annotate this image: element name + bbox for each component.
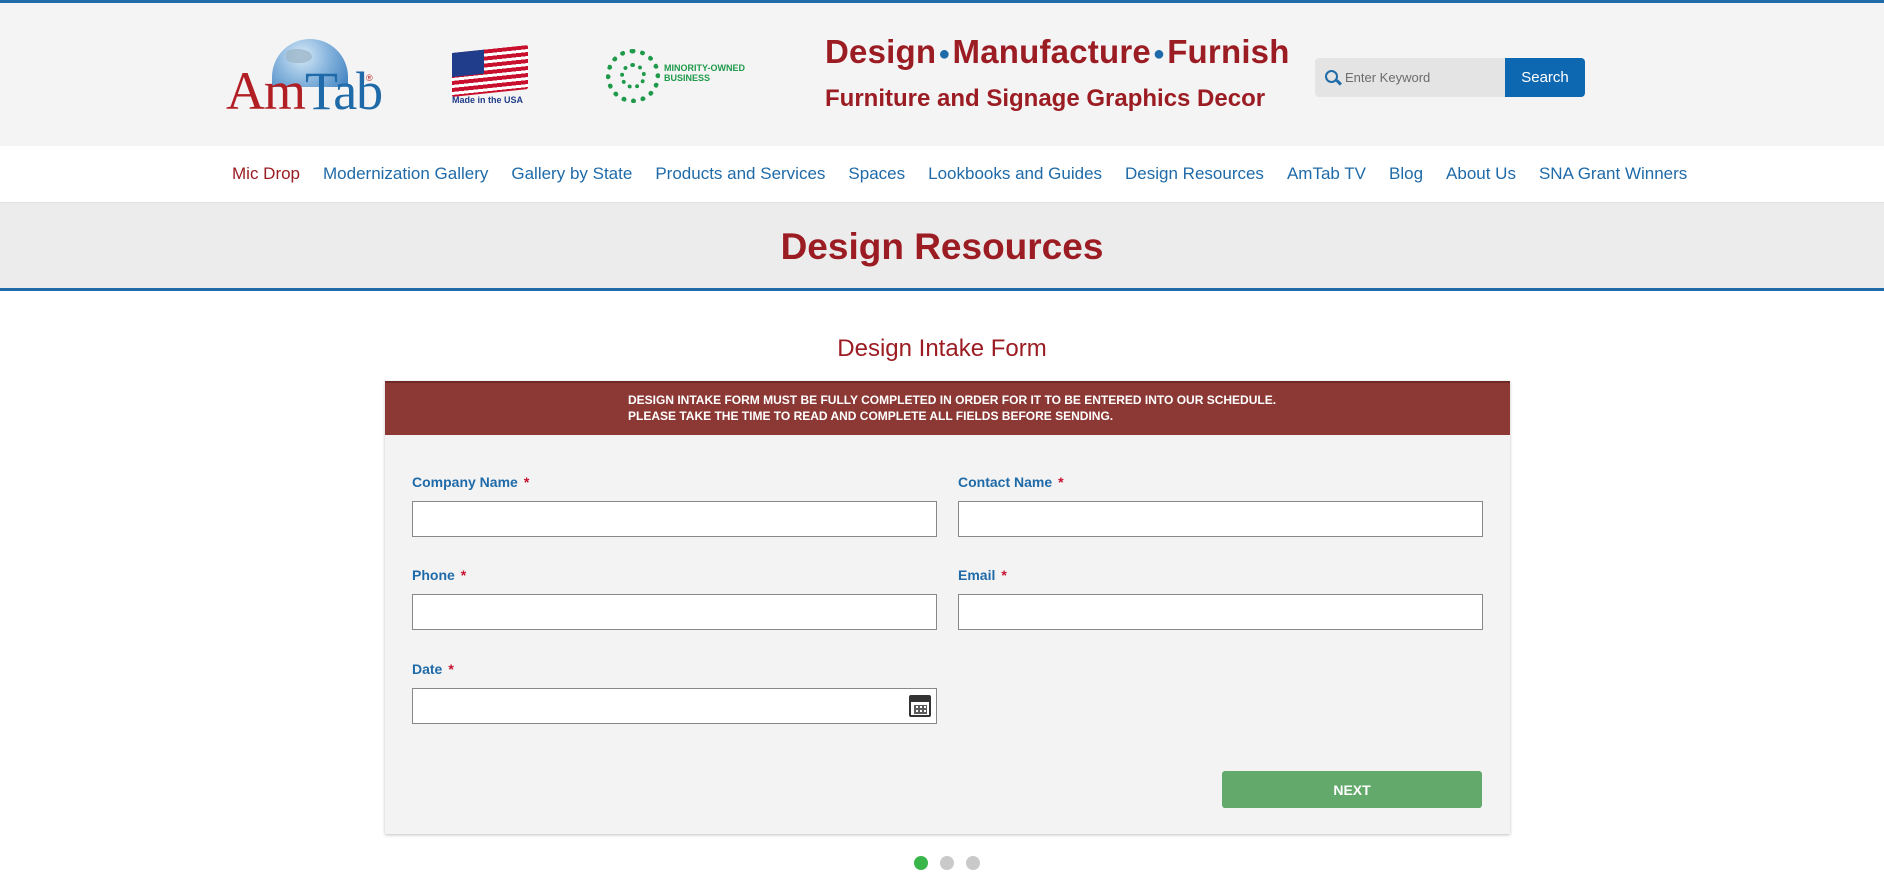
required-marker: * bbox=[1058, 474, 1064, 490]
page-title: Design Resources bbox=[780, 225, 1104, 267]
tagline-sub: Furniture and Signage Graphics Decor bbox=[825, 85, 1266, 112]
date-label: Date bbox=[412, 661, 443, 677]
nav-item-products-and-services[interactable]: Products and Services bbox=[655, 164, 825, 184]
tagline-furnish: Furnish bbox=[1167, 33, 1290, 70]
phone-label: Phone bbox=[412, 567, 455, 583]
company-name-field: Company Name * bbox=[412, 474, 937, 537]
phone-field: Phone * bbox=[412, 567, 937, 630]
contact-name-field: Contact Name * bbox=[958, 474, 1483, 537]
required-marker: * bbox=[460, 567, 467, 583]
email-field: Email * bbox=[958, 567, 1483, 630]
minority-owned-caption: MINORITY-OWNED BUSINESS bbox=[664, 63, 745, 83]
next-button[interactable]: NEXT bbox=[1222, 771, 1482, 808]
tagline-manufacture: Manufacture bbox=[952, 33, 1151, 70]
bullet-icon: ● bbox=[938, 42, 951, 65]
nav-item-design-resources[interactable]: Design Resources bbox=[1125, 164, 1264, 184]
company-name-label: Company Name bbox=[412, 474, 518, 490]
company-name-input[interactable] bbox=[412, 501, 937, 537]
site-header: AmTab ® Made in the USA MINORITY-OWNED B… bbox=[0, 3, 1884, 146]
required-marker: * bbox=[1001, 567, 1007, 583]
nav-item-sna-grant-winners[interactable]: SNA Grant Winners bbox=[1539, 164, 1687, 184]
registered-mark: ® bbox=[366, 73, 373, 83]
us-flag-icon bbox=[452, 45, 528, 97]
contact-name-label: Contact Name bbox=[958, 474, 1053, 490]
email-input[interactable] bbox=[958, 594, 1483, 630]
date-input[interactable] bbox=[412, 688, 937, 724]
search-input[interactable] bbox=[1345, 58, 1500, 97]
search-icon bbox=[1325, 70, 1338, 83]
step-dot-2 bbox=[940, 856, 954, 870]
form-step-pager bbox=[914, 856, 992, 870]
design-intake-form: DESIGN INTAKE FORM MUST BE FULLY COMPLET… bbox=[385, 381, 1510, 834]
main-nav: Mic Drop Modernization Gallery Gallery b… bbox=[0, 146, 1884, 203]
date-field: Date * bbox=[412, 661, 937, 724]
nav-item-about-us[interactable]: About Us bbox=[1446, 164, 1516, 184]
form-title: Design Intake Form bbox=[837, 335, 1047, 362]
search-bar: Search bbox=[1315, 58, 1585, 97]
page-banner: Design Resources bbox=[0, 203, 1884, 291]
nav-item-blog[interactable]: Blog bbox=[1389, 164, 1423, 184]
required-marker: * bbox=[523, 474, 530, 490]
search-box bbox=[1315, 58, 1505, 97]
form-notice: DESIGN INTAKE FORM MUST BE FULLY COMPLET… bbox=[385, 381, 1510, 435]
step-dot-3 bbox=[966, 856, 980, 870]
calendar-icon[interactable] bbox=[909, 695, 931, 717]
notice-line-2: PLEASE TAKE THE TIME TO READ AND COMPLET… bbox=[628, 409, 1114, 423]
tagline-design: Design bbox=[825, 33, 937, 70]
made-in-usa-caption: Made in the USA bbox=[452, 95, 524, 105]
notice-line-1: DESIGN INTAKE FORM MUST BE FULLY COMPLET… bbox=[628, 393, 1277, 407]
phone-input[interactable] bbox=[412, 594, 937, 630]
search-button[interactable]: Search bbox=[1505, 58, 1585, 97]
nav-item-modernization-gallery[interactable]: Modernization Gallery bbox=[323, 164, 488, 184]
amtab-wordmark: AmTab bbox=[226, 61, 383, 121]
contact-name-input[interactable] bbox=[958, 501, 1483, 537]
email-label: Email bbox=[958, 567, 996, 583]
minority-owned-badge: MINORITY-OWNED BUSINESS bbox=[606, 49, 756, 105]
nav-item-amtab-tv[interactable]: AmTab TV bbox=[1287, 164, 1366, 184]
amtab-logo[interactable]: AmTab ® bbox=[226, 37, 383, 121]
nav-item-gallery-by-state[interactable]: Gallery by State bbox=[511, 164, 632, 184]
made-in-usa-badge: Made in the USA bbox=[452, 45, 528, 105]
bullet-icon: ● bbox=[1152, 42, 1166, 65]
step-dot-1 bbox=[914, 856, 928, 870]
nav-item-mic-drop[interactable]: Mic Drop bbox=[232, 164, 300, 184]
nav-item-spaces[interactable]: Spaces bbox=[848, 164, 905, 184]
nav-item-lookbooks-and-guides[interactable]: Lookbooks and Guides bbox=[928, 164, 1102, 184]
required-marker: * bbox=[448, 661, 454, 677]
tagline-main: Design ●Manufacture ●Furnish bbox=[825, 33, 1290, 71]
